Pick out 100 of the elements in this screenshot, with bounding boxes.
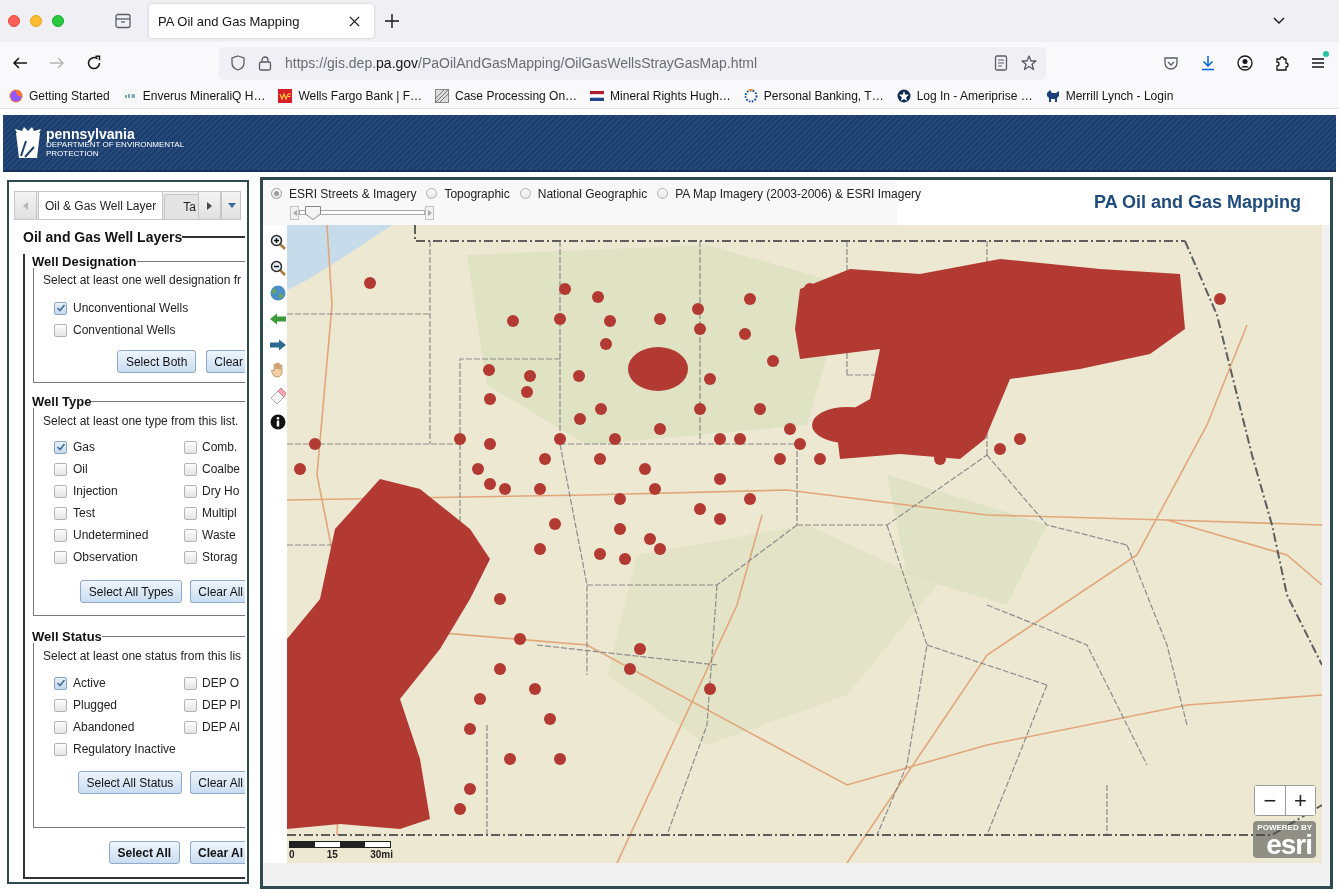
- action-button[interactable]: Select All: [108, 841, 181, 864]
- star-icon[interactable]: [1021, 55, 1037, 71]
- checkbox[interactable]: [184, 528, 197, 542]
- checkbox[interactable]: [184, 440, 197, 454]
- checkbox[interactable]: [184, 676, 197, 690]
- close-icon[interactable]: [349, 15, 360, 27]
- browser-tab[interactable]: PA Oil and Gas Mapping: [149, 4, 374, 38]
- slider-right-button[interactable]: [425, 206, 434, 220]
- checkbox-option[interactable]: Undetermined: [54, 524, 184, 546]
- menu-icon[interactable]: [1310, 55, 1326, 71]
- checkbox-option[interactable]: Gas: [54, 436, 184, 458]
- panel-tab[interactable]: Oil & Gas Well Layer: [38, 192, 164, 219]
- checkbox[interactable]: [54, 676, 67, 690]
- checkbox[interactable]: [54, 506, 67, 520]
- checkbox[interactable]: [184, 506, 197, 520]
- bookmark-link[interactable]: Enverus MineraliQ H…: [142, 89, 266, 103]
- chevron-down-icon[interactable]: [1273, 17, 1285, 25]
- radio-button[interactable]: [657, 188, 669, 199]
- checkbox-option[interactable]: Regulatory Inactive: [54, 738, 184, 760]
- checkbox[interactable]: [54, 698, 67, 712]
- dotted-ring-icon[interactable]: [743, 89, 758, 103]
- action-button[interactable]: Clear Al: [190, 841, 245, 864]
- bookmark-link[interactable]: Mineral Rights Hugh…: [610, 89, 731, 103]
- account-icon[interactable]: [1237, 55, 1253, 71]
- eraser-icon[interactable]: [270, 388, 286, 405]
- new-tab-icon[interactable]: [385, 14, 399, 28]
- checkbox[interactable]: [54, 440, 67, 454]
- checkbox[interactable]: [54, 742, 67, 756]
- hand-icon[interactable]: [270, 362, 286, 379]
- checkbox-option[interactable]: Dry Ho: [184, 480, 241, 502]
- scroll-right-button[interactable]: [197, 192, 221, 219]
- checkbox-option[interactable]: Observation: [54, 546, 184, 568]
- action-button[interactable]: Clear All: [190, 771, 245, 794]
- checkbox-option[interactable]: Oil: [54, 458, 184, 480]
- pocket-icon[interactable]: [1163, 55, 1179, 71]
- action-button[interactable]: Clear All: [190, 580, 245, 603]
- checkbox[interactable]: [184, 462, 197, 476]
- flag-icon[interactable]: [590, 89, 605, 103]
- checkbox-option[interactable]: Abandoned: [54, 716, 184, 738]
- checkbox-option[interactable]: Waste: [184, 524, 241, 546]
- window-zoom-button[interactable]: [52, 15, 64, 27]
- checkbox[interactable]: [184, 720, 197, 734]
- panel-tab[interactable]: Ta: [164, 194, 198, 219]
- checkbox-option[interactable]: DEP Pl: [184, 694, 241, 716]
- checkbox-option[interactable]: DEP Al: [184, 716, 241, 738]
- action-button[interactable]: Select All Types: [79, 580, 183, 603]
- action-button[interactable]: Select All Status: [77, 771, 183, 794]
- checkbox-option[interactable]: Multipl: [184, 502, 241, 524]
- checkbox[interactable]: [54, 528, 67, 542]
- checkbox-option[interactable]: Active: [54, 672, 184, 694]
- action-button[interactable]: Select Both: [116, 350, 197, 373]
- reload-button[interactable]: [86, 55, 102, 71]
- lock-icon[interactable]: [257, 55, 273, 71]
- checkbox-option[interactable]: Conventional Wells: [54, 319, 184, 341]
- back-button[interactable]: [12, 55, 28, 71]
- checkbox-option[interactable]: Test: [54, 502, 184, 524]
- globe-icon[interactable]: [270, 285, 286, 302]
- download-icon[interactable]: [1200, 55, 1216, 71]
- bookmark-link[interactable]: Getting Started: [29, 89, 110, 103]
- info-icon[interactable]: [270, 413, 286, 430]
- checkbox[interactable]: [54, 301, 67, 315]
- reader-view-icon[interactable]: [993, 55, 1009, 71]
- slider-left-button[interactable]: [290, 206, 299, 220]
- basemap-option[interactable]: Topographic: [426, 186, 510, 201]
- bookmark-link[interactable]: Personal Banking, T…: [763, 89, 884, 103]
- window-minimize-button[interactable]: [30, 15, 42, 27]
- shield-icon[interactable]: [230, 55, 246, 71]
- bookmark-link[interactable]: Case Processing On…: [455, 89, 578, 103]
- address-bar[interactable]: https://gis.dep.pa.gov/PaOilAndGasMapping/OilGasWellsStrayGasMap.html: [219, 46, 1046, 80]
- bookmark-link[interactable]: Log In - Ameriprise …: [916, 89, 1033, 103]
- checkbox[interactable]: [184, 698, 197, 712]
- checkbox[interactable]: [184, 484, 197, 498]
- emblem-icon[interactable]: [1045, 89, 1060, 103]
- radio-button[interactable]: [519, 188, 531, 199]
- basemap-option[interactable]: ESRI Streets & Imagery: [271, 186, 417, 201]
- compass-disc-icon[interactable]: [896, 89, 911, 103]
- tile-icon[interactable]: [278, 89, 293, 103]
- checkbox[interactable]: [54, 462, 67, 476]
- checkbox-option[interactable]: Storag: [184, 546, 241, 568]
- checkbox-option[interactable]: Plugged: [54, 694, 184, 716]
- zoom-out-icon[interactable]: [270, 259, 286, 276]
- zoom-in-button[interactable]: +: [1285, 786, 1315, 815]
- checkbox[interactable]: [54, 550, 67, 564]
- puzzle-icon[interactable]: [1274, 55, 1290, 71]
- checkbox[interactable]: [184, 550, 197, 564]
- transparency-slider[interactable]: [299, 206, 425, 220]
- basemap-option[interactable]: National Geographic: [519, 186, 648, 201]
- window-close-button[interactable]: [8, 15, 20, 27]
- radio-button[interactable]: [271, 188, 282, 199]
- bookmark-link[interactable]: Merrill Lynch - Login: [1065, 89, 1174, 103]
- checkbox[interactable]: [54, 323, 67, 337]
- slider-thumb[interactable]: [304, 206, 321, 220]
- hatched-tile-icon[interactable]: [435, 89, 450, 103]
- checkbox-option[interactable]: Comb.: [184, 436, 241, 458]
- checkbox-option[interactable]: DEP O: [184, 672, 241, 694]
- zoom-in-icon[interactable]: [270, 234, 286, 250]
- checkbox[interactable]: [54, 720, 67, 734]
- radio-button[interactable]: [426, 188, 438, 199]
- action-button[interactable]: Clear: [206, 350, 245, 373]
- checkbox-option[interactable]: Coalbe: [184, 458, 241, 480]
